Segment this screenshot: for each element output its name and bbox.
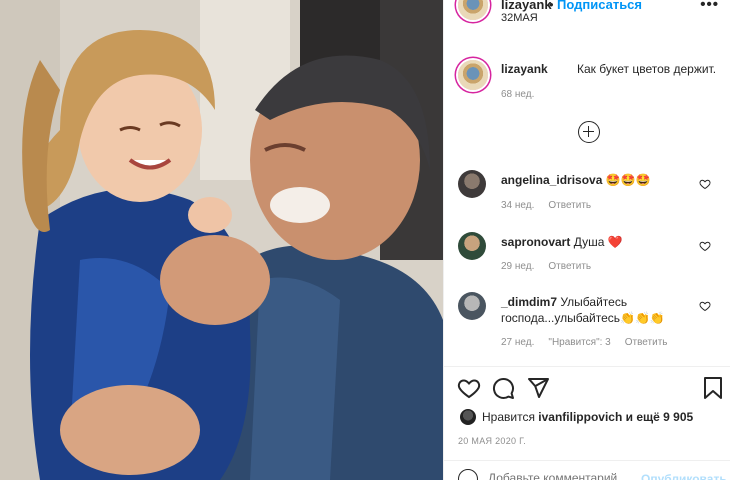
commenter-username[interactable]: _dimdim7 <box>501 295 557 309</box>
commenter-avatar[interactable] <box>458 170 486 198</box>
more-options-icon[interactable]: ••• <box>700 0 719 13</box>
like-heart-icon[interactable] <box>457 376 481 400</box>
publish-button[interactable]: Опубликовать <box>641 472 727 480</box>
post-details-panel: lizayank • Подписаться 32МАЯ ••• lizayan… <box>443 0 730 480</box>
action-bar <box>444 376 730 404</box>
post-header: lizayank • Подписаться 32МАЯ ••• <box>444 0 730 28</box>
comment-like-heart-icon[interactable] <box>699 178 711 190</box>
comment-meta: 27 нед. "Нравится": 3 Ответить <box>501 337 681 348</box>
commenter-avatar[interactable] <box>458 232 486 260</box>
follow-button[interactable]: Подписаться <box>557 0 642 12</box>
caption-username[interactable]: lizayank <box>501 62 548 76</box>
likes-summary: Нравится ivanfilippovich и ещё 9 905 <box>444 408 730 428</box>
separator-dot: • <box>549 0 554 12</box>
comment-body: _dimdim7 Улыбайтесь господа...улыбайтесь… <box>501 294 691 326</box>
comment-body: angelina_idrisova 🤩🤩🤩 <box>501 172 691 188</box>
comment-time: 34 нед. <box>501 200 535 211</box>
comment-text: 🤩🤩🤩 <box>605 173 651 187</box>
photo-illustration <box>0 0 443 480</box>
emoji-smiley-icon[interactable] <box>458 469 478 480</box>
comment-input[interactable] <box>488 471 638 480</box>
liker-avatar[interactable] <box>460 409 476 425</box>
reply-button[interactable]: Ответить <box>548 261 591 272</box>
comment-time: 27 нед. <box>501 337 535 348</box>
share-paper-plane-icon[interactable] <box>526 376 550 400</box>
load-more-comments-icon[interactable] <box>578 121 600 143</box>
reply-button[interactable]: Ответить <box>625 337 668 348</box>
comment-text: Душа ❤️ <box>573 235 623 249</box>
comment-likes-count[interactable]: "Нравится": 3 <box>548 337 610 348</box>
post-photo[interactable] <box>0 0 443 480</box>
commenter-avatar[interactable] <box>458 292 486 320</box>
likes-prefix: Нравится <box>482 410 535 424</box>
comment-like-heart-icon[interactable] <box>699 300 711 312</box>
save-bookmark-icon[interactable] <box>701 376 725 400</box>
actions-divider <box>444 366 730 367</box>
caption-avatar[interactable] <box>458 60 488 90</box>
author-avatar[interactable] <box>458 0 488 20</box>
header-date: 32МАЯ <box>501 12 538 24</box>
comment-composer: Опубликовать <box>444 460 730 480</box>
comment-bubble-icon[interactable] <box>491 376 515 400</box>
comment-body: sapronovart Душа ❤️ <box>501 234 691 250</box>
commenter-username[interactable]: sapronovart <box>501 235 570 249</box>
likes-count[interactable]: и ещё 9 905 <box>626 410 694 424</box>
caption-text: Как букет цветов держит. <box>577 62 717 76</box>
reply-button[interactable]: Ответить <box>548 200 591 211</box>
comment-meta: 34 нед. Ответить <box>501 200 605 211</box>
commenter-username[interactable]: angelina_idrisova <box>501 173 602 187</box>
likes-text: Нравится ivanfilippovich и ещё 9 905 <box>482 410 693 424</box>
comment-meta: 29 нед. Ответить <box>501 261 605 272</box>
liker-username[interactable]: ivanfilippovich <box>538 410 622 424</box>
caption-time: 68 нед. <box>501 89 535 100</box>
post-date: 20 МАЯ 2020 Г. <box>458 436 527 446</box>
author-username[interactable]: lizayank <box>501 0 552 12</box>
comment-time: 29 нед. <box>501 261 535 272</box>
comment-like-heart-icon[interactable] <box>699 240 711 252</box>
